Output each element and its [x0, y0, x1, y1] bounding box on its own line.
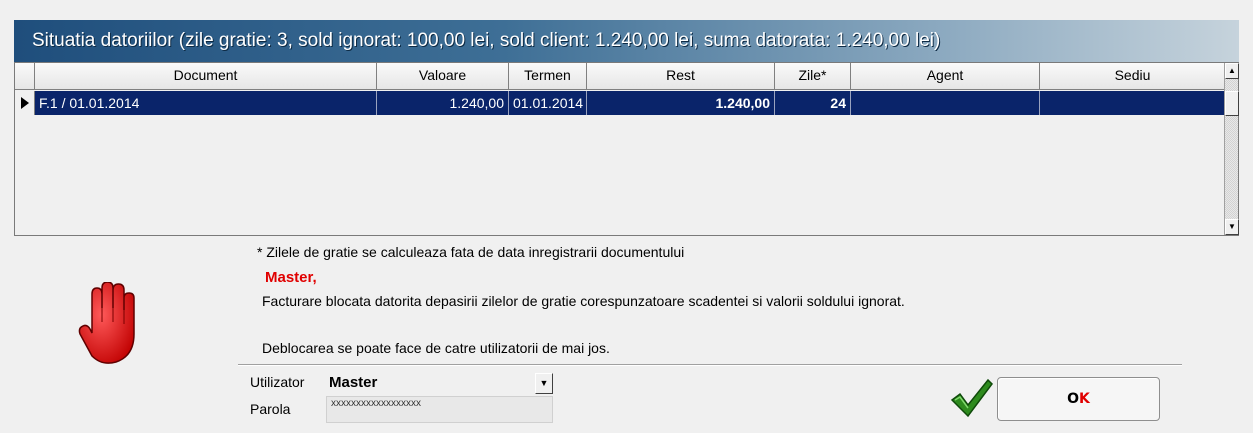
- cell-sediu: [1040, 91, 1226, 115]
- debts-grid[interactable]: Document Valoare Termen Rest Zile* Agent…: [14, 62, 1239, 236]
- stop-hand-icon: [78, 282, 135, 364]
- cell-zile: 24: [775, 91, 851, 115]
- password-label: Parola: [250, 401, 291, 417]
- scroll-up-icon[interactable]: ▲: [1225, 63, 1239, 79]
- col-agent[interactable]: Agent: [851, 63, 1040, 90]
- row-pointer-icon: [15, 91, 35, 115]
- cell-valoare: 1.240,00: [377, 91, 509, 115]
- scroll-down-icon[interactable]: ▼: [1225, 219, 1239, 235]
- cell-rest: 1.240,00: [587, 91, 775, 115]
- dropdown-arrow-icon[interactable]: ▼: [535, 373, 553, 394]
- col-sediu[interactable]: Sediu: [1040, 63, 1226, 90]
- password-field[interactable]: xxxxxxxxxxxxxxxxxx: [326, 396, 553, 423]
- unlock-text: Deblocarea se poate face de catre utiliz…: [262, 340, 610, 356]
- header-indicator: [15, 63, 35, 90]
- separator: [238, 364, 1182, 366]
- scroll-thumb[interactable]: [1225, 91, 1239, 116]
- blocked-message: Facturare blocata datorita depasirii zil…: [262, 293, 905, 309]
- col-termen[interactable]: Termen: [509, 63, 587, 90]
- checkmark-icon: [950, 378, 993, 418]
- vertical-scrollbar[interactable]: ▲ ▼: [1224, 63, 1239, 235]
- cell-document: F.1 / 01.01.2014: [35, 91, 377, 115]
- col-valoare[interactable]: Valoare: [377, 63, 509, 90]
- col-rest[interactable]: Rest: [587, 63, 775, 90]
- grid-header: Document Valoare Termen Rest Zile* Agent…: [15, 63, 1226, 90]
- user-label: Utilizator: [250, 374, 305, 390]
- dialog-title: Situatia datoriilor (zile gratie: 3, sol…: [14, 20, 1239, 62]
- col-zile[interactable]: Zile*: [775, 63, 851, 90]
- user-select-value: Master: [329, 374, 378, 391]
- user-select[interactable]: Master ▼: [326, 373, 553, 394]
- cell-agent: [851, 91, 1040, 115]
- ok-button[interactable]: OK: [997, 377, 1160, 421]
- cell-termen: 01.01.2014: [509, 91, 587, 115]
- grace-days-note: * Zilele de gratie se calculeaza fata de…: [257, 244, 685, 260]
- col-document[interactable]: Document: [35, 63, 377, 90]
- ok-label-o: O: [1067, 391, 1080, 407]
- user-greeting: Master,: [265, 269, 317, 286]
- table-row[interactable]: F.1 / 01.01.2014 1.240,00 01.01.2014 1.2…: [15, 91, 1226, 115]
- ok-label-k: K: [1079, 391, 1090, 407]
